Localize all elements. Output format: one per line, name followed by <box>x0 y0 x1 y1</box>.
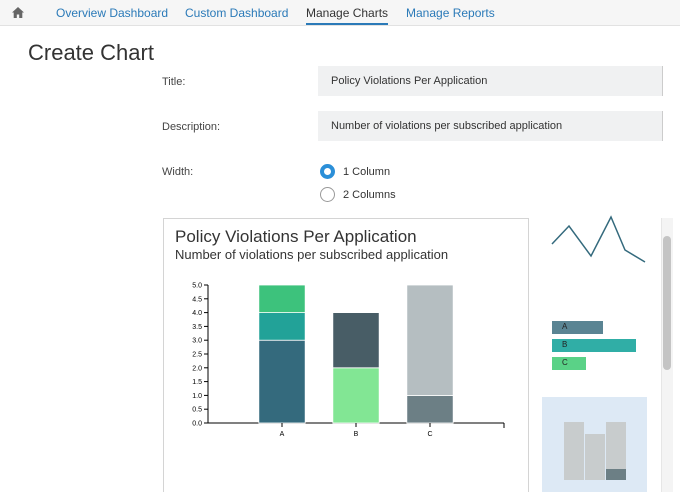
horizontal-bar-chart-thumbnail[interactable]: A B C <box>547 316 647 376</box>
radio-2-columns-label: 2 Columns <box>343 188 396 201</box>
radio-2-columns[interactable] <box>320 187 335 202</box>
bar-segment-a-0 <box>258 339 306 424</box>
y-tick-label: 3.5 <box>192 324 202 331</box>
x-tick-label-c: C <box>427 431 432 438</box>
y-tick-label: 1.5 <box>192 379 202 386</box>
y-tick-label: 2.5 <box>192 352 202 359</box>
title-input[interactable] <box>318 66 663 96</box>
bar-segment-a-2 <box>258 284 306 314</box>
nav-overview-dashboard[interactable]: Overview Dashboard <box>56 6 168 20</box>
hbar-a-label: A <box>562 322 568 331</box>
width-option-1-column[interactable]: 1 Column <box>320 164 390 179</box>
chart-preview: Policy Violations Per Application Number… <box>163 218 529 492</box>
y-tick-label: 3.0 <box>192 338 202 345</box>
top-nav: Overview Dashboard Custom Dashboard Mana… <box>0 0 680 26</box>
bar-segment-c-0 <box>406 395 454 424</box>
y-tick-label: 5.0 <box>192 283 202 290</box>
bar-segment-c-1 <box>406 284 454 396</box>
description-input[interactable] <box>318 111 663 141</box>
line-chart-thumbnail[interactable] <box>547 214 647 274</box>
bar-segment-b-0 <box>332 367 380 424</box>
width-option-2-columns[interactable]: 2 Columns <box>320 187 396 202</box>
x-tick-label-a: A <box>280 431 285 438</box>
radio-1-column[interactable] <box>320 164 335 179</box>
preview-title: Policy Violations Per Application <box>175 227 417 246</box>
y-tick-label: 4.0 <box>192 310 202 317</box>
page-title: Create Chart <box>28 40 154 65</box>
bar-segment-b-1 <box>332 312 380 369</box>
scrollbar-thumb[interactable] <box>663 236 671 370</box>
title-label: Title: <box>162 76 186 88</box>
x-tick-label-b: B <box>354 431 359 438</box>
stacked-bar-chart-thumbnail[interactable] <box>542 397 647 492</box>
chart-type-list: A B C <box>537 214 660 492</box>
vbar-3-base <box>606 469 626 480</box>
line-chart-icon <box>551 215 646 263</box>
nav-manage-charts[interactable]: Manage Charts <box>306 6 389 25</box>
hbar-a: A <box>552 321 603 334</box>
hbar-c-label: C <box>562 358 568 367</box>
hbar-b-label: B <box>562 340 568 349</box>
vbar-2 <box>585 434 605 480</box>
bar-segment-a-1 <box>258 312 306 341</box>
y-tick-label: 0.5 <box>192 407 202 414</box>
width-label: Width: <box>162 166 194 178</box>
hbar-c: C <box>552 357 586 370</box>
nav-custom-dashboard[interactable]: Custom Dashboard <box>185 6 288 20</box>
stacked-bar-chart: 0.0 0.5 1.0 1.5 2.0 2.5 3.0 3.5 4.0 4.5 5.0 A B C <box>192 283 505 438</box>
preview-subtitle: Number of violations per subscribed appl… <box>175 247 449 262</box>
radio-1-column-label: 1 Column <box>343 165 391 178</box>
y-tick-label: 4.5 <box>192 296 202 303</box>
vbar-1 <box>564 422 584 480</box>
description-label: Description: <box>162 121 221 133</box>
y-tick-label: 0.0 <box>192 421 202 428</box>
hbar-b: B <box>552 339 636 352</box>
y-tick-label: 1.0 <box>192 393 202 400</box>
home-icon[interactable] <box>12 7 24 18</box>
y-tick-label: 2.0 <box>192 365 202 372</box>
nav-manage-reports[interactable]: Manage Reports <box>406 6 495 20</box>
